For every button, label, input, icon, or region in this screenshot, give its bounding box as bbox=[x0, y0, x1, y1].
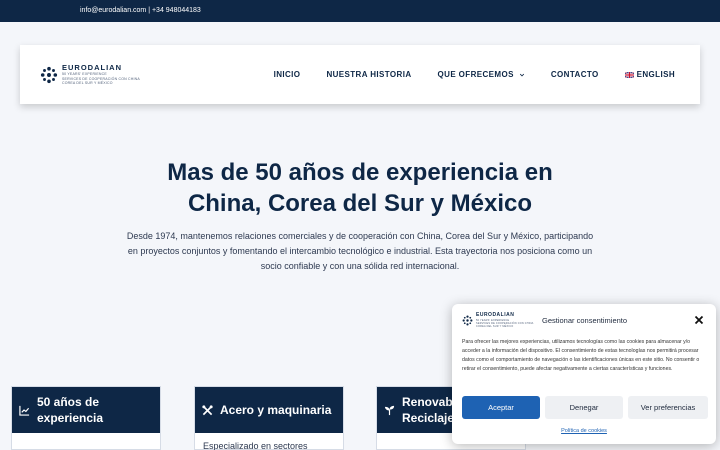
main-nav: INICIO NUESTRA HISTORIA QUE OFRECEMOS CO… bbox=[248, 45, 675, 104]
site-header: EURODALIAN 50 YEARS' EXPERIENCE SERVICES… bbox=[20, 45, 700, 104]
feature-card-title: Acero y maquinaria bbox=[220, 403, 332, 417]
logo-star-icon bbox=[462, 315, 473, 326]
chart-line-icon bbox=[19, 405, 30, 416]
logo-name: EURODALIAN bbox=[62, 63, 122, 72]
chevron-down-icon bbox=[519, 73, 524, 76]
feature-card-body: Especializado en sectores bbox=[203, 441, 308, 450]
consent-title: Gestionar consentimiento bbox=[542, 316, 628, 325]
uk-flag-icon bbox=[624, 71, 634, 78]
logo-star-icon bbox=[40, 66, 58, 83]
close-icon[interactable] bbox=[694, 315, 704, 325]
tools-icon bbox=[202, 404, 213, 415]
nav-que-ofrecemos[interactable]: QUE OFRECEMOS bbox=[438, 70, 525, 79]
consent-description: Para ofrecer las mejores experiencias, u… bbox=[462, 339, 700, 372]
logo-subtitle-3: COREA DEL SUR Y MÉXICO bbox=[476, 324, 514, 328]
seedling-icon bbox=[384, 405, 395, 415]
cookie-policy-link[interactable]: Política de cookies bbox=[452, 428, 716, 434]
deny-button[interactable]: Denegar bbox=[545, 396, 623, 419]
logo-subtitle-3: COREA DEL SUR Y MÉXICO bbox=[62, 81, 113, 85]
hero-title: Mas de 50 años de experiencia en China, … bbox=[0, 157, 720, 219]
nav-nuestra-historia[interactable]: NUESTRA HISTORIA bbox=[326, 70, 411, 79]
top-contact-bar: info@eurodalian.com | +34 948044183 bbox=[0, 0, 720, 22]
hero-description: Desde 1974, mantenemos relaciones comerc… bbox=[126, 231, 594, 271]
feature-card-steel: Acero y maquinaria Especializado en sect… bbox=[194, 386, 344, 450]
site-logo[interactable]: EURODALIAN 50 YEARS' EXPERIENCE SERVICES… bbox=[40, 64, 140, 86]
nav-inicio[interactable]: INICIO bbox=[274, 70, 301, 79]
feature-card-body bbox=[12, 433, 160, 447]
hero-title-line-2: China, Corea del Sur y México bbox=[187, 190, 533, 217]
cookie-consent-dialog: EURODALIAN 50 YEARS' EXPERIENCE SERVICES… bbox=[452, 304, 716, 444]
feature-card-experience: 50 años de experiencia bbox=[11, 386, 161, 450]
hero-title-line-1: Mas de 50 años de experiencia en bbox=[167, 159, 553, 186]
accept-button[interactable]: Aceptar bbox=[462, 396, 540, 419]
nav-english-label: ENGLISH bbox=[636, 70, 675, 79]
contact-info[interactable]: info@eurodalian.com | +34 948044183 bbox=[80, 7, 201, 14]
nav-contacto[interactable]: CONTACTO bbox=[551, 70, 599, 79]
consent-logo: EURODALIAN 50 YEARS' EXPERIENCE SERVICES… bbox=[462, 312, 534, 328]
view-preferences-button[interactable]: Ver preferencias bbox=[628, 396, 708, 419]
nav-que-ofrecemos-label: QUE OFRECEMOS bbox=[437, 70, 514, 79]
nav-english[interactable]: ENGLISH bbox=[624, 70, 675, 79]
feature-card-title: 50 años de experiencia bbox=[37, 395, 104, 425]
